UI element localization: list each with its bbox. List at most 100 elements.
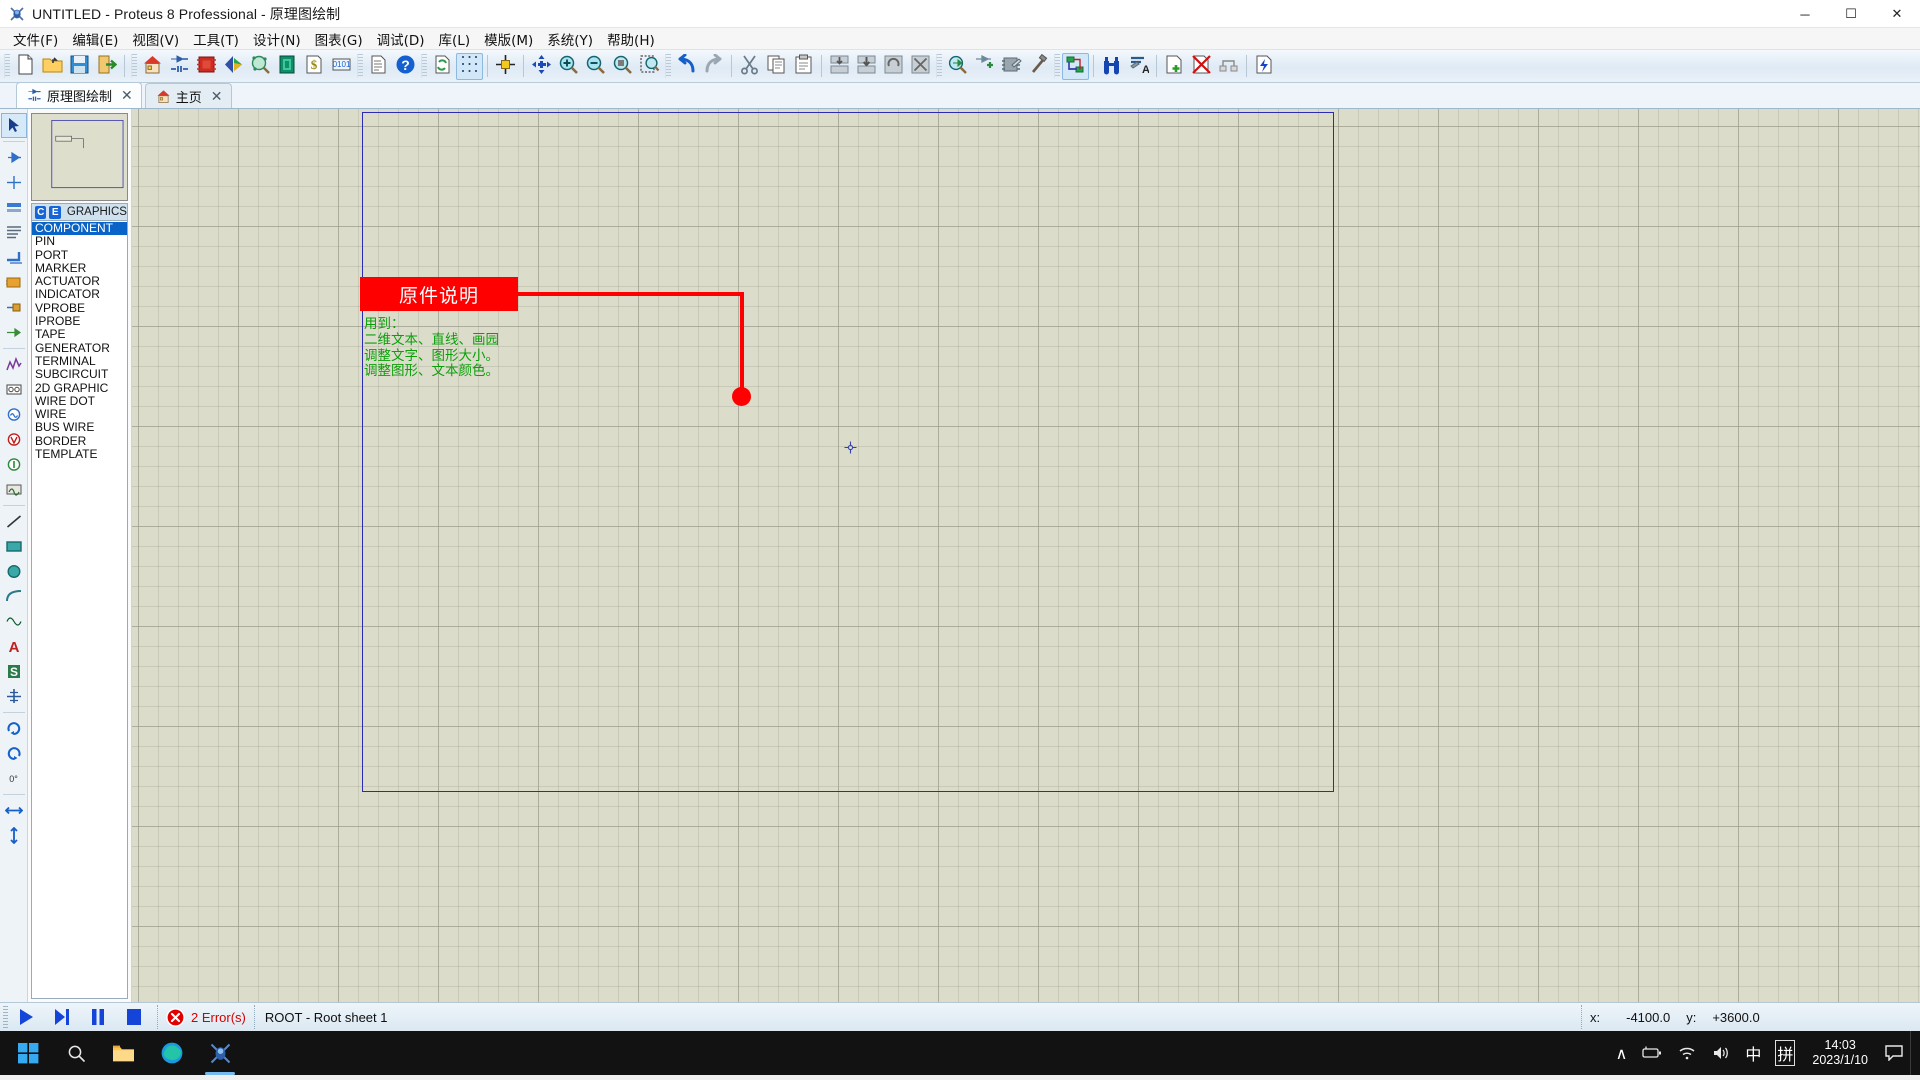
object-list-item[interactable]: MARKER (32, 261, 127, 275)
schematic-capture-button[interactable] (166, 53, 193, 80)
pan-button[interactable] (528, 53, 555, 80)
2d-symbol-mode[interactable]: S (1, 659, 27, 684)
ime-pinyin-indicator[interactable]: 拼 (1768, 1031, 1802, 1075)
2d-line-mode[interactable] (1, 509, 27, 534)
play-button[interactable] (11, 1005, 41, 1029)
object-list-item[interactable]: 2D GRAPHIC (32, 381, 127, 395)
open-design-button[interactable] (39, 53, 66, 80)
copy-button[interactable] (763, 53, 790, 80)
2d-arc-mode[interactable] (1, 584, 27, 609)
block-rotate-button[interactable] (880, 53, 907, 80)
object-list-item[interactable]: TEMPLATE (32, 447, 127, 461)
component-mode[interactable] (1, 145, 27, 170)
source-code-button[interactable]: 0101 (328, 53, 355, 80)
property-assignment-button[interactable]: A (1125, 53, 1152, 80)
block-copy-button[interactable] (826, 53, 853, 80)
battery-icon[interactable] (1634, 1031, 1670, 1075)
tab-home[interactable]: 主页 ✕ (144, 83, 232, 108)
annotation-line-vertical[interactable] (740, 292, 744, 396)
edit-badge-icon[interactable]: E (49, 205, 61, 219)
file-explorer-button[interactable] (100, 1031, 148, 1075)
toggle-grid-button[interactable] (456, 52, 483, 80)
object-list-item[interactable]: TERMINAL (32, 354, 127, 368)
zoom-out-button[interactable] (582, 53, 609, 80)
canvas-notes[interactable]: 用到： 二维文本、直线、画园 调整文字、图形大小。 调整图形、文本颜色。 (364, 316, 499, 380)
netlist-report-button[interactable] (365, 53, 392, 80)
redo-button[interactable] (700, 53, 727, 80)
menu-help[interactable]: 帮助(H) (600, 27, 662, 51)
menu-view[interactable]: 视图(V) (125, 27, 186, 51)
decompose-button[interactable] (1025, 53, 1052, 80)
pick-from-libraries-button[interactable] (944, 53, 971, 80)
tab-schematic-capture[interactable]: 原理图绘制 ✕ (16, 82, 142, 108)
menu-design[interactable]: 设计(N) (246, 27, 308, 51)
proteus-taskbar-button[interactable] (196, 1031, 244, 1075)
stop-button[interactable] (119, 1005, 149, 1029)
zoom-to-area-button[interactable] (636, 53, 663, 80)
menu-template[interactable]: 模版(M) (477, 27, 540, 51)
bill-of-materials-button[interactable] (274, 53, 301, 80)
new-design-button[interactable] (12, 53, 39, 80)
menu-graph[interactable]: 图表(G) (308, 27, 370, 51)
mirror-horizontal[interactable] (1, 798, 27, 823)
step-button[interactable] (47, 1005, 77, 1029)
toolbar-grip[interactable] (1054, 54, 1060, 78)
toolbar-grip[interactable] (131, 54, 137, 78)
help-button[interactable]: ? (392, 53, 419, 80)
close-design-button[interactable] (93, 53, 120, 80)
notification-center-button[interactable] (1878, 1031, 1910, 1075)
object-list-item[interactable]: WIRE DOT (32, 394, 127, 408)
save-design-button[interactable] (66, 53, 93, 80)
component-badge-icon[interactable]: C (35, 205, 47, 219)
menu-library[interactable]: 库(L) (432, 27, 478, 51)
graph-mode[interactable] (1, 352, 27, 377)
current-probe-mode[interactable] (1, 452, 27, 477)
tab-close-icon[interactable]: ✕ (211, 88, 223, 105)
wifi-icon[interactable] (1670, 1031, 1704, 1075)
2d-marker-mode[interactable] (1, 684, 27, 709)
pcb-layout-button[interactable] (193, 53, 220, 80)
selection-mode[interactable] (0, 113, 27, 138)
2d-text-mode[interactable]: A (1, 634, 27, 659)
annotation-end-dot[interactable] (732, 387, 751, 406)
schematic-canvas[interactable]: 原件说明 用到： 二维文本、直线、画园 调整文字、图形大小。 调整图形、文本颜色。 (132, 109, 1920, 1002)
rotate-anticlockwise[interactable] (1, 741, 27, 766)
object-list[interactable]: COMPONENT PIN PORT MARKER ACTUATOR INDICATOR V… (32, 221, 127, 998)
toolbar-grip[interactable] (357, 54, 363, 78)
voltage-probe-mode[interactable] (1, 427, 27, 452)
error-status[interactable]: 2 Error(s) (166, 1007, 246, 1027)
redraw-view-button[interactable] (429, 53, 456, 80)
rotate-clockwise[interactable] (1, 716, 27, 741)
menu-tools[interactable]: 工具(T) (186, 27, 246, 51)
exit-sub-sheet-button[interactable] (1215, 53, 1242, 80)
toolbar-grip[interactable] (936, 54, 942, 78)
wire-autorouter-button[interactable] (1062, 52, 1089, 80)
object-list-item[interactable]: PIN (32, 234, 127, 248)
pause-button[interactable] (83, 1005, 113, 1029)
menu-edit[interactable]: 编辑(E) (65, 27, 125, 51)
object-list-item[interactable]: BORDER (32, 434, 127, 448)
menu-system[interactable]: 系统(Y) (540, 27, 600, 51)
toolbar-grip[interactable] (4, 54, 10, 78)
object-list-item[interactable]: PORT (32, 248, 127, 262)
object-list-item[interactable]: IPROBE (32, 314, 127, 328)
close-button[interactable]: ✕ (1874, 0, 1920, 28)
object-list-item[interactable]: BUS WIRE (32, 421, 127, 435)
menu-debug[interactable]: 调试(D) (370, 27, 432, 51)
remove-sheet-button[interactable] (1188, 53, 1215, 80)
paste-button[interactable] (790, 53, 817, 80)
text-script-mode[interactable] (1, 220, 27, 245)
object-list-item[interactable]: VPROBE (32, 301, 127, 315)
project-cost-button[interactable]: $ (301, 53, 328, 80)
packaging-tool-button[interactable] (998, 53, 1025, 80)
subcircuit-mode[interactable] (1, 270, 27, 295)
maximize-button[interactable]: ☐ (1828, 0, 1874, 28)
zoom-in-button[interactable] (555, 53, 582, 80)
2d-path-mode[interactable] (1, 609, 27, 634)
cut-button[interactable] (736, 53, 763, 80)
title-annotation-box[interactable]: 原件说明 (360, 277, 518, 311)
generator-mode[interactable] (1, 402, 27, 427)
virtual-instrument-mode[interactable] (1, 477, 27, 502)
set-origin-button[interactable] (492, 53, 519, 80)
generate-netlist-button[interactable] (1251, 53, 1278, 80)
